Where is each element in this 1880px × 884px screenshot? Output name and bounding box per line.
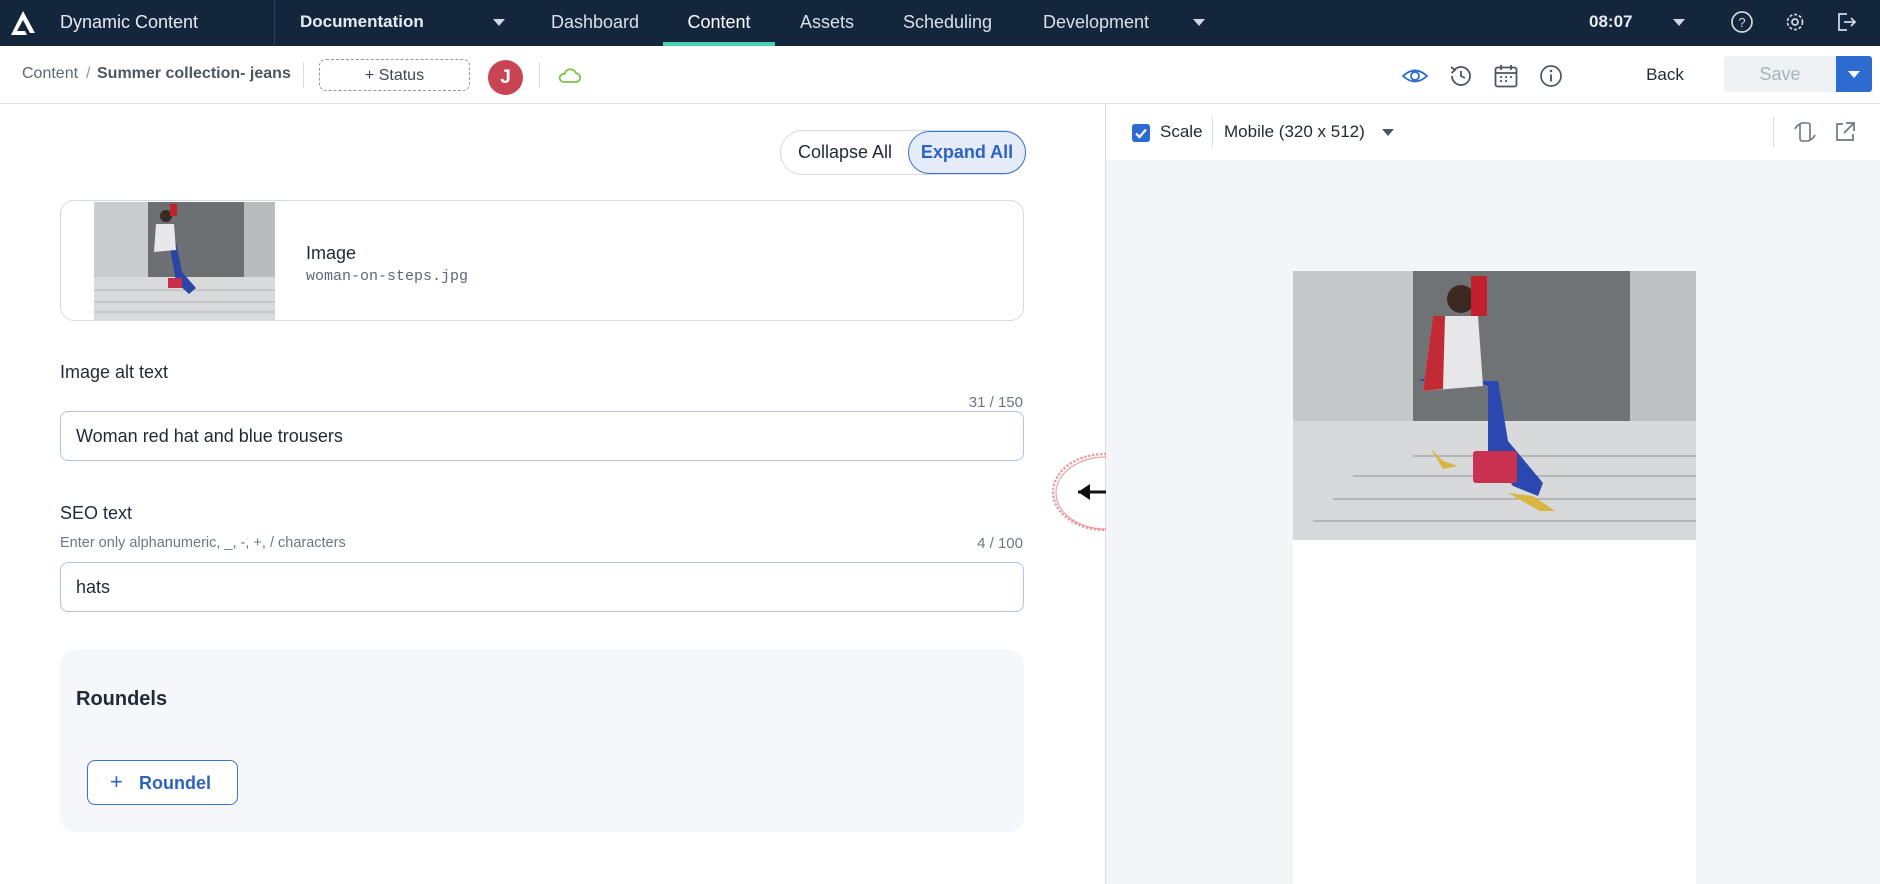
expand-all-button[interactable]: Expand All [908, 131, 1026, 174]
content-toolbar: Content / Summer collection- jeans + Sta… [0, 46, 1880, 104]
preview-stage [1106, 160, 1880, 884]
tab-assets-label: Assets [799, 12, 855, 32]
image-thumbnail[interactable] [94, 202, 275, 320]
collapse-all-button[interactable]: Collapse All [781, 131, 909, 174]
toolbar-divider-2 [539, 62, 540, 88]
tab-dashboard[interactable]: Dashboard [538, 0, 652, 46]
info-icon[interactable] [1537, 62, 1565, 90]
history-icon[interactable] [1447, 62, 1475, 90]
image-field-card[interactable]: Image woman-on-steps.jpg [60, 200, 1024, 321]
alt-text-label: Image alt text [60, 362, 169, 382]
seo-text-input[interactable] [60, 562, 1024, 612]
tab-development[interactable]: Development [1032, 0, 1160, 46]
nav-divider [274, 0, 275, 46]
help-icon[interactable]: ? [1730, 10, 1754, 34]
preview-image [1293, 271, 1696, 540]
image-field-title: Image [306, 243, 357, 263]
rotate-device-icon[interactable] [1792, 119, 1818, 145]
tab-development-label: Development [1042, 12, 1150, 32]
image-filename: woman-on-steps.jpg [306, 268, 469, 285]
collapse-expand-toggle: Collapse All Expand All [780, 130, 1026, 175]
roundels-title: Roundels [76, 688, 168, 710]
seo-text-counter: 4 / 100 [977, 535, 1023, 552]
app-brand: Dynamic Content [60, 12, 199, 32]
add-roundel-button[interactable]: + Roundel [87, 760, 238, 805]
save-button[interactable]: Save [1724, 56, 1836, 92]
device-chevron-down-icon[interactable] [1382, 129, 1394, 136]
tab-assets[interactable]: Assets [787, 0, 867, 46]
tab-content-label: Content [687, 12, 751, 32]
breadcrumb-separator: / [86, 65, 91, 82]
toolbar-divider [303, 62, 304, 88]
seo-text-hint: Enter only alphanumeric, _, -, +, / char… [60, 535, 346, 551]
amplience-logo-icon[interactable] [8, 8, 38, 38]
device-frame [1293, 271, 1696, 884]
preview-toolbar-divider [1212, 117, 1213, 147]
plus-icon: + [110, 769, 123, 794]
cloud-icon [558, 68, 582, 83]
logout-icon[interactable] [1834, 10, 1858, 34]
hub-selector[interactable]: Documentation [300, 12, 424, 32]
save-chevron-down-icon [1848, 71, 1860, 78]
alt-text-input[interactable] [60, 411, 1024, 461]
tab-scheduling-label: Scheduling [902, 12, 993, 32]
device-select[interactable]: Mobile (320 x 512) [1224, 122, 1365, 142]
top-navigation-bar: Dynamic Content Documentation Dashboard … [0, 0, 1880, 46]
tab-dashboard-label: Dashboard [550, 12, 640, 32]
svg-text:?: ? [1738, 15, 1745, 30]
add-status-button[interactable]: + Status [319, 59, 470, 91]
hub-chevron-down-icon[interactable] [493, 19, 505, 26]
tab-content[interactable]: Content [663, 0, 775, 46]
eye-icon[interactable] [1401, 62, 1429, 90]
calendar-icon[interactable] [1492, 62, 1520, 90]
breadcrumb-content[interactable]: Content [22, 65, 78, 83]
clock: 08:07 [1589, 12, 1633, 31]
alt-text-counter: 31 / 150 [968, 394, 1023, 411]
breadcrumb-current: Summer collection- jeans [97, 65, 291, 82]
roundels-section: Roundels + Roundel [60, 650, 1024, 832]
development-chevron-down-icon[interactable] [1193, 19, 1205, 26]
scale-checkbox[interactable] [1132, 124, 1150, 142]
save-options-button[interactable] [1836, 56, 1872, 92]
add-roundel-label: Roundel [139, 773, 211, 793]
preview-toolbar: Scale Mobile (320 x 512) [1106, 104, 1880, 160]
back-button[interactable]: Back [1630, 58, 1700, 92]
open-external-icon[interactable] [1832, 119, 1858, 145]
preview-toolbar-divider-2 [1773, 117, 1774, 147]
clock-chevron-down-icon[interactable] [1673, 19, 1685, 26]
seo-text-label: SEO text [60, 503, 133, 523]
avatar[interactable]: J [488, 60, 523, 95]
scale-label: Scale [1160, 122, 1203, 141]
gear-icon[interactable] [1783, 10, 1807, 34]
tab-scheduling[interactable]: Scheduling [890, 0, 1005, 46]
